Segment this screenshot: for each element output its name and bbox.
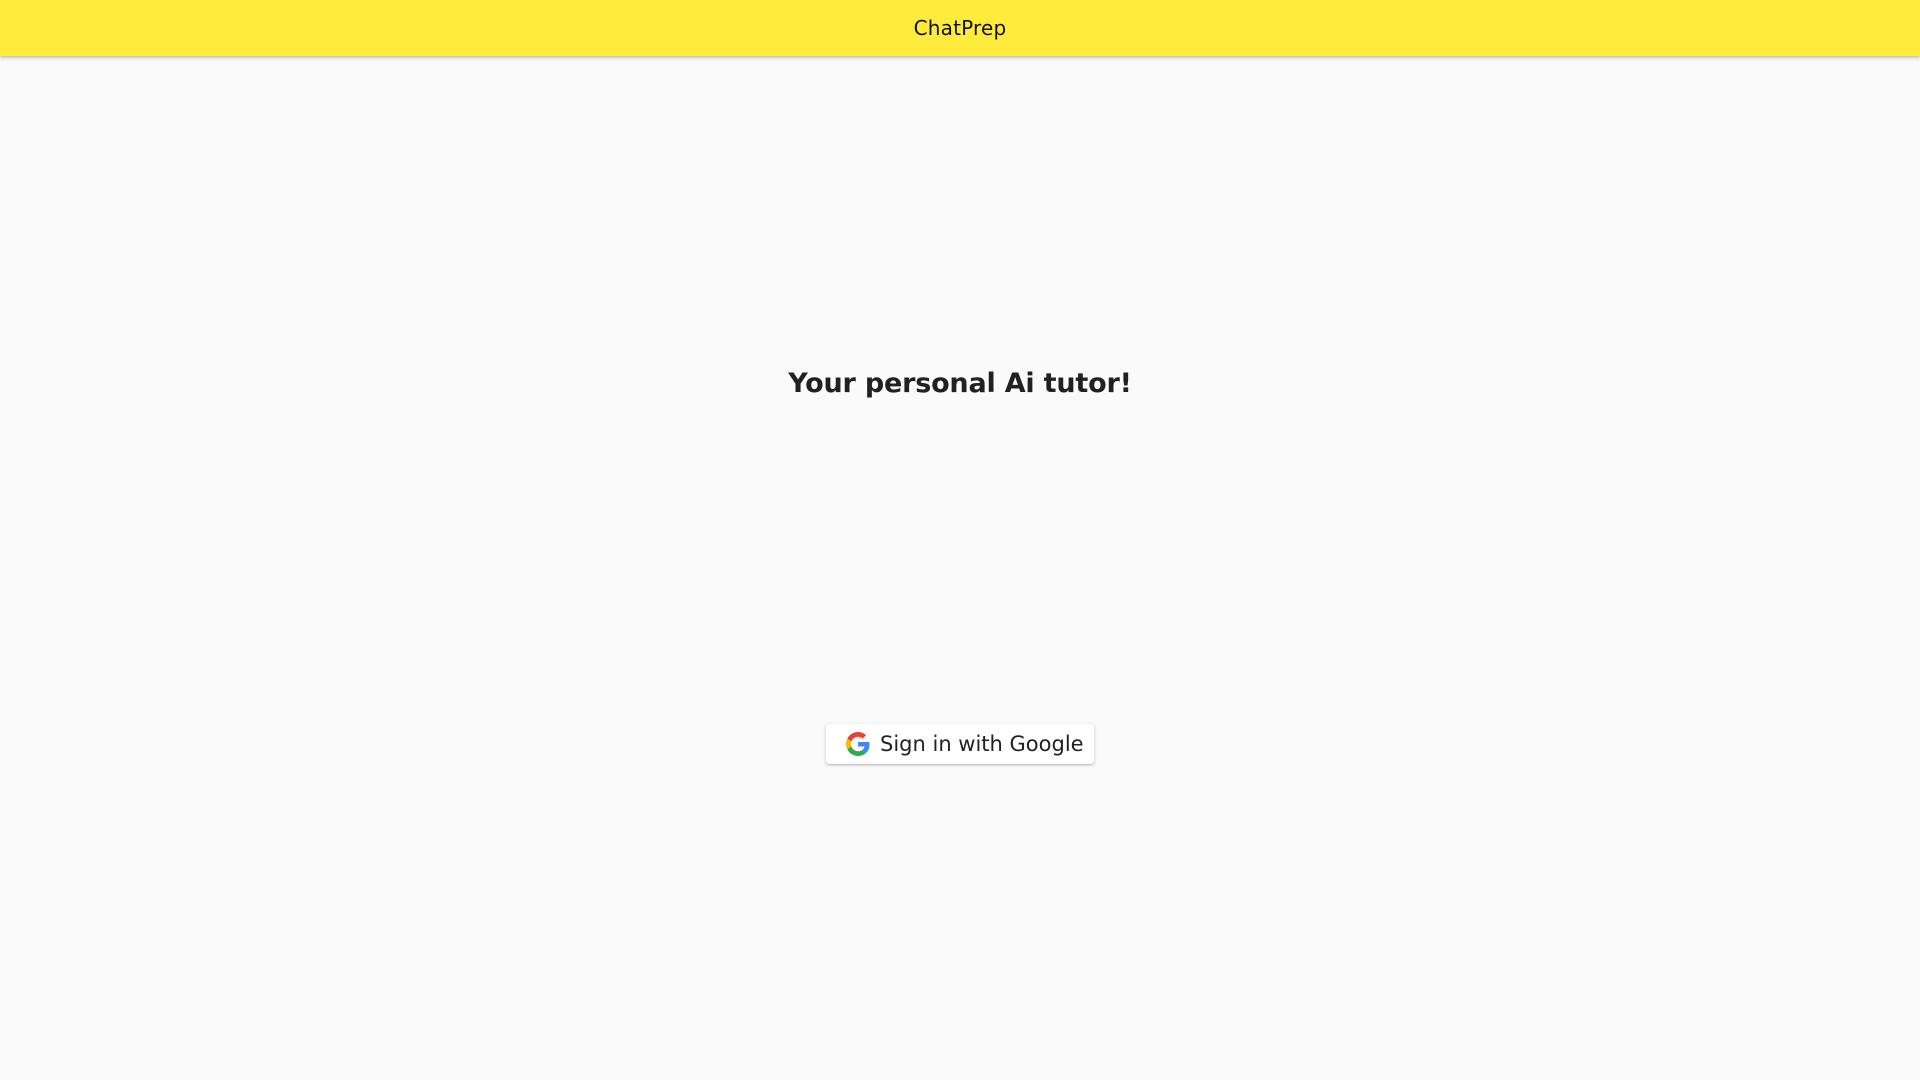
app-bar: ChatPrep — [0, 0, 1920, 56]
app-title: ChatPrep — [913, 16, 1007, 40]
sign-in-with-google-button[interactable]: Sign in with Google — [826, 724, 1094, 764]
sign-in-with-google-label: Sign in with Google — [880, 732, 1084, 756]
page-headline: Your personal Ai tutor! — [788, 368, 1132, 399]
google-g-icon — [846, 732, 870, 756]
